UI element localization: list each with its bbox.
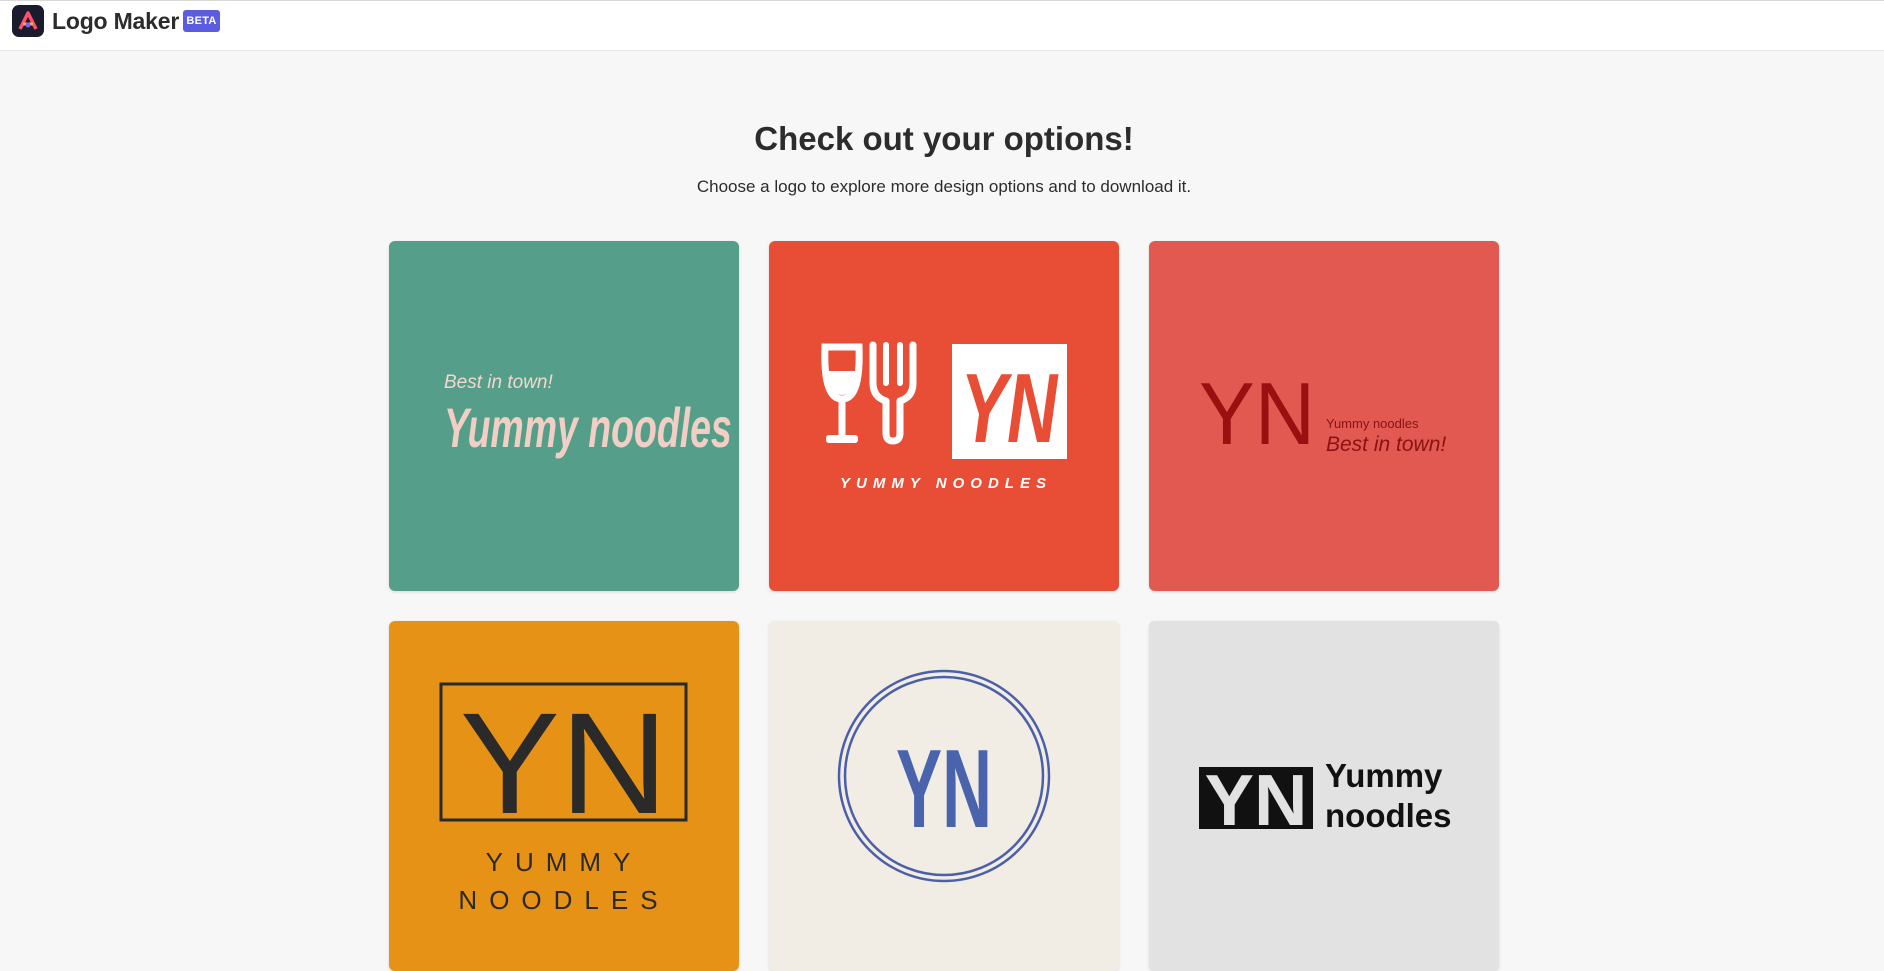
logo-name-line2: NOODLES bbox=[458, 885, 669, 915]
logo-name-line1: Yummy bbox=[1325, 757, 1443, 794]
adobe-express-icon[interactable] bbox=[12, 5, 44, 37]
beta-badge: BETA bbox=[183, 10, 220, 32]
logo-name: YUMMY NOODLES bbox=[840, 475, 1052, 492]
logo-tagline: Best in town! bbox=[444, 372, 553, 393]
logo-option-card[interactable]: YN bbox=[769, 621, 1119, 971]
logo-option-card[interactable]: YN YUMMY NOODLES bbox=[389, 621, 739, 971]
top-bar: Logo Maker BETA bbox=[0, 0, 1884, 51]
page-subtitle: Choose a logo to explore more design opt… bbox=[696, 177, 1192, 196]
wine-glass-icon bbox=[821, 343, 863, 443]
logo-name: Yummy noodles bbox=[1326, 416, 1419, 431]
fork-icon bbox=[869, 341, 917, 445]
logo-monogram: YN bbox=[1199, 365, 1315, 463]
logo-tagline: Best in town! bbox=[1326, 433, 1446, 456]
logo-option-card[interactable]: YN Yummy noodles Best in town! bbox=[1149, 241, 1499, 591]
logo-option-card[interactable]: Best in town! Yummy noodles bbox=[389, 241, 739, 591]
app-title[interactable]: Logo Maker bbox=[52, 8, 179, 35]
logo-monogram: YN bbox=[961, 354, 1060, 464]
page-title: Check out your options! bbox=[754, 120, 1134, 157]
logo-option-card[interactable]: YN Yummy noodles bbox=[1149, 621, 1499, 971]
logo-monogram: YN bbox=[1205, 760, 1308, 841]
logo-monogram: YN bbox=[896, 726, 992, 851]
logo-option-card[interactable]: YN YUMMY NOODLES bbox=[769, 241, 1119, 591]
logo-name-line1: YUMMY bbox=[486, 847, 643, 877]
logo-name: Yummy noodles bbox=[444, 397, 732, 459]
logo-name-line2: noodles bbox=[1325, 797, 1452, 834]
logo-monogram: YN bbox=[460, 684, 668, 845]
